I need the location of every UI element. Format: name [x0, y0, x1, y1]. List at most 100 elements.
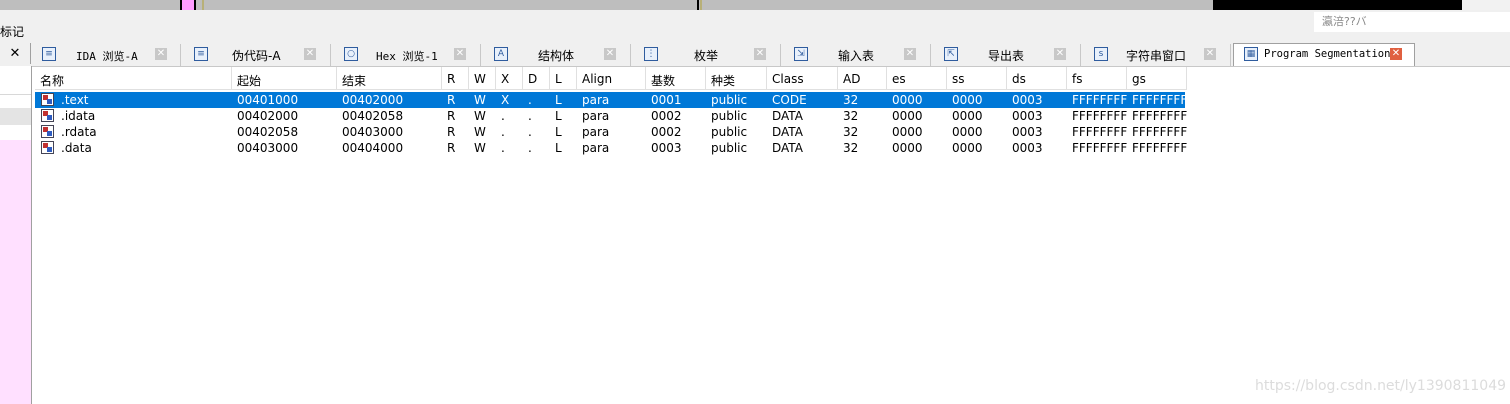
table-row[interactable]: .text 00401000 00402000 R W X. Lpara 0001 public… [35, 92, 1188, 108]
column-header-d[interactable]: D [523, 67, 550, 90]
tab-program-segmentation[interactable]: ▦ Program Segmentation ✕ [1233, 43, 1415, 66]
divider [0, 94, 31, 95]
col-end-cell: 00402058 [342, 109, 404, 123]
pseudocode-icon: ≡ [194, 47, 208, 61]
tab-imports[interactable]: ⇲ 输入表 ✕ [782, 44, 931, 66]
column-header-type[interactable]: 种类 [706, 67, 767, 90]
column-header-align[interactable]: Align [577, 67, 646, 90]
col-start-cell: 00403000 [237, 141, 299, 155]
column-header-label: R [447, 72, 456, 86]
col-r-cell: R [447, 125, 456, 139]
table-row[interactable]: .rdata 00402058 00403000 R W.. Lpara 0002 publi… [35, 124, 1187, 140]
mini-input[interactable]: 瀛涪??バ [1314, 12, 1510, 32]
tab-label: Hex 浏览-1 [376, 50, 438, 63]
col-ad-cell: 32 [843, 125, 859, 139]
tab-pseudocode[interactable]: ≡ 伪代码-A ✕ [182, 44, 331, 66]
tab-strings[interactable]: s 字符串窗口 ✕ [1082, 44, 1231, 66]
column-header-w[interactable]: W [469, 67, 496, 90]
col-es-cell: 0000 [892, 141, 923, 155]
exports-icon: ⇱ [944, 47, 958, 61]
col-ss-cell: 0000 [952, 109, 983, 123]
column-header-ss[interactable]: ss [947, 67, 1007, 90]
imports-icon: ⇲ [794, 47, 808, 61]
nav-band-tick [700, 0, 702, 10]
col-r-cell: R [447, 141, 456, 155]
left-dock-panel[interactable] [0, 66, 32, 404]
tab-close-icon[interactable]: ✕ [604, 48, 616, 60]
column-header-fs[interactable]: fs [1067, 67, 1127, 90]
nav-band-marker [180, 0, 182, 10]
column-header-x[interactable]: X [496, 67, 523, 90]
tab-label: 枚举 [694, 49, 719, 63]
column-header-label: fs [1072, 72, 1083, 86]
col-align-cell: para [582, 141, 610, 155]
table-row[interactable]: .idata 00402000 00402058 R W.. Lpara 0002 publi… [35, 108, 1188, 124]
col-name-cell: .data [61, 141, 92, 155]
tab-close-icon[interactable]: ✕ [754, 48, 766, 60]
tab-enums[interactable]: ⋮ 枚举 ✕ [632, 44, 781, 66]
column-header-class[interactable]: Class [767, 67, 838, 90]
col-fs-cell: FFFFFFFF [1072, 141, 1128, 155]
tab-structures[interactable]: A 结构体 ✕ [482, 44, 631, 66]
col-fs-cell: FFFFFFFF [1072, 125, 1128, 139]
col-ds-cell: 0003 [1012, 109, 1043, 123]
toolbar-strip: 标记 瀛涪??バ [0, 10, 1510, 43]
column-header-label: Align [582, 72, 613, 86]
column-header-label: gs [1132, 72, 1146, 86]
column-header-label: 名称 [40, 74, 65, 88]
column-header-end[interactable]: 结束 [337, 67, 442, 90]
column-header-label: AD [843, 72, 861, 86]
column-header-ad[interactable]: AD [838, 67, 887, 90]
col-gs-cell: FFFFFFFF [1132, 141, 1188, 155]
tab-label: 输入表 [838, 49, 875, 63]
column-header-label: W [474, 72, 486, 86]
tab-hex-view[interactable]: ○ Hex 浏览-1 ✕ [332, 44, 481, 66]
tab-label: 导出表 [988, 49, 1025, 63]
tab-label: 结构体 [538, 49, 575, 63]
col-base-cell: 0003 [651, 141, 682, 155]
table-row[interactable]: .data 00403000 00404000 R W.. Lpara 0003 public… [35, 140, 1188, 156]
col-class-cell: DATA [772, 125, 803, 139]
tab-close-icon[interactable]: ✕ [454, 48, 466, 60]
col-r-cell: R [447, 93, 456, 107]
column-header-name[interactable]: 名称 [35, 67, 232, 90]
tab-exports[interactable]: ⇱ 导出表 ✕ [932, 44, 1081, 66]
column-header-label: 种类 [711, 74, 736, 88]
tab-close-icon[interactable]: ✕ [155, 48, 167, 60]
column-header-label: L [555, 72, 562, 86]
col-gs-cell: FFFFFFFF [1132, 109, 1188, 123]
col-x-cell: X [501, 93, 510, 107]
col-es-cell: 0000 [892, 109, 923, 123]
column-header-label: X [501, 72, 510, 86]
tab-close-icon[interactable]: ✕ [904, 48, 916, 60]
tab-close-icon[interactable]: ✕ [1054, 48, 1066, 60]
tab-close-icon[interactable]: ✕ [304, 48, 316, 60]
column-header-ds[interactable]: ds [1007, 67, 1067, 90]
column-header-start[interactable]: 起始 [232, 67, 337, 90]
col-type-cell: public [711, 109, 748, 123]
column-header-es[interactable]: es [887, 67, 947, 90]
tab-label: 伪代码-A [232, 49, 281, 63]
column-header-l[interactable]: L [550, 67, 577, 90]
col-x-cell: . [501, 125, 505, 139]
nav-band-highlight [182, 0, 194, 10]
tab-ida-view[interactable]: ≡ IDA 浏览-A ✕ [34, 44, 181, 66]
left-dock-highlight [0, 140, 31, 404]
col-l-cell: L [555, 109, 562, 123]
column-header-base[interactable]: 基数 [646, 67, 706, 90]
col-gs-cell: FFFFFFFF [1132, 93, 1188, 107]
col-r-cell: R [447, 109, 456, 123]
close-icon[interactable]: ✕ [0, 43, 31, 64]
navigation-band[interactable] [0, 0, 1510, 10]
segment-icon [41, 125, 54, 138]
watermark: https://blog.csdn.net/ly1390811049 [1255, 378, 1507, 394]
tab-close-icon[interactable]: ✕ [1390, 48, 1402, 60]
enums-icon: ⋮ [644, 47, 658, 61]
column-header-gs[interactable]: gs [1127, 67, 1187, 90]
column-header-label: ss [952, 72, 965, 86]
segment-icon [41, 93, 54, 106]
column-header-r[interactable]: R [442, 67, 469, 90]
column-header-label: Class [772, 72, 804, 86]
tab-close-icon[interactable]: ✕ [1204, 48, 1216, 60]
col-l-cell: L [555, 93, 562, 107]
